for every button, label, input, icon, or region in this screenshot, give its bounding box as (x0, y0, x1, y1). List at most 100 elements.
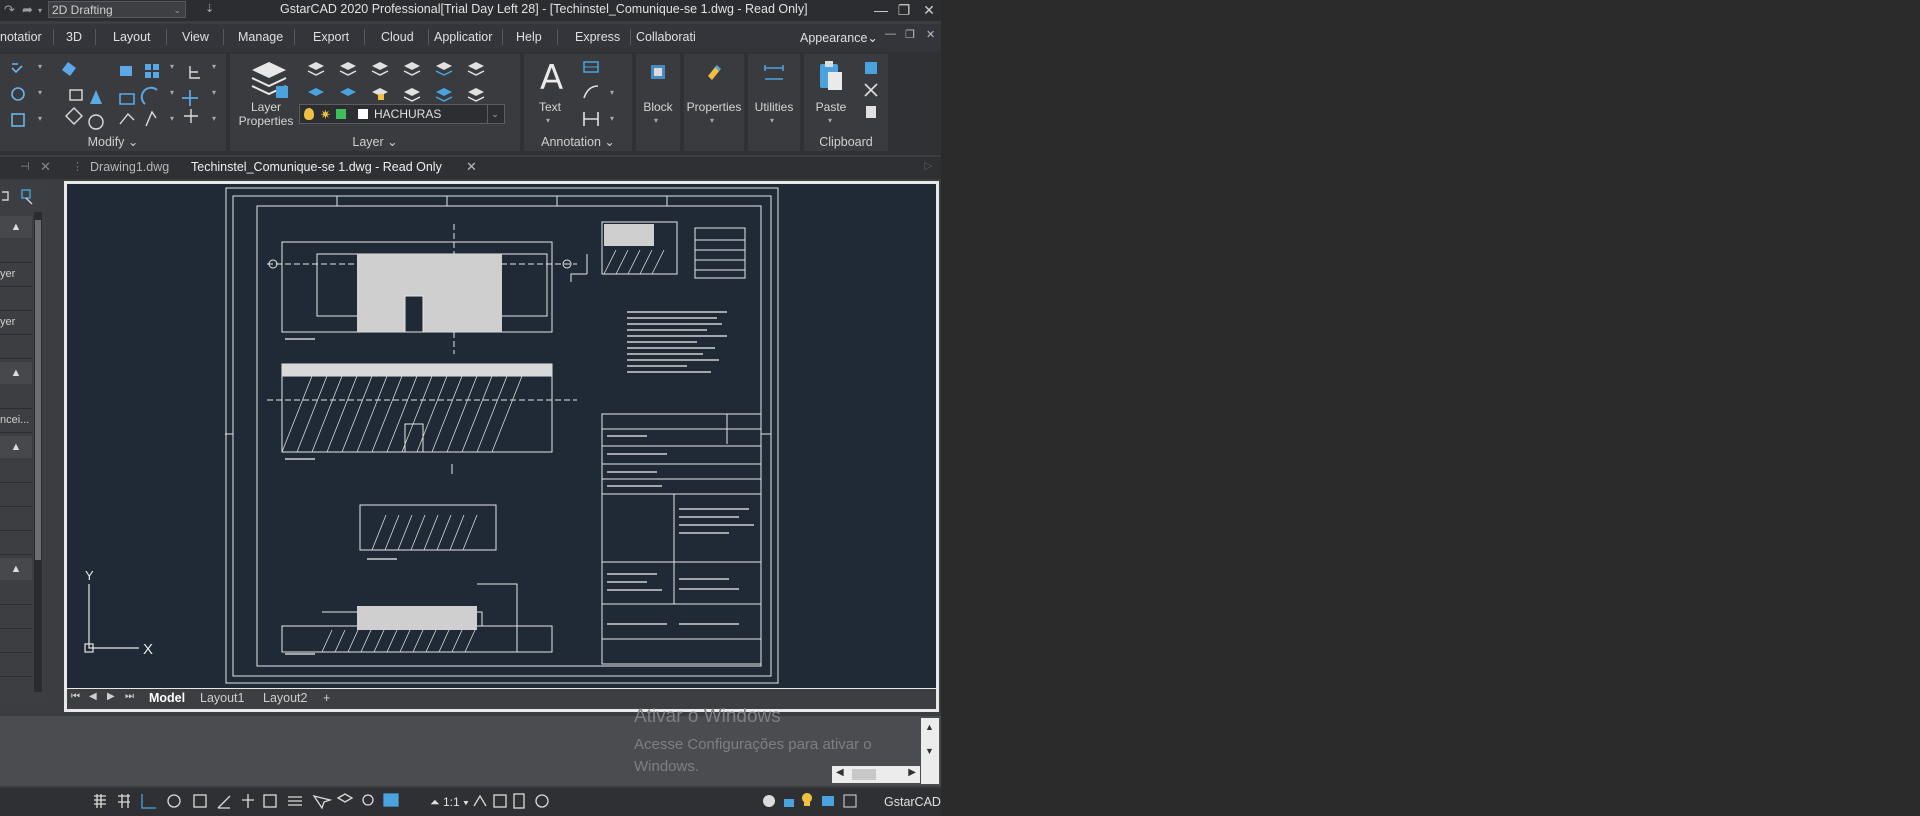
close-tab-icon[interactable]: ✕ (466, 159, 477, 175)
palette-section-toggle[interactable]: ▲ (0, 362, 32, 384)
command-scrollbar[interactable]: ▲ ▼ (921, 718, 939, 784)
annotation-scale[interactable]: ⏶ 1:1 ▾ (430, 795, 469, 810)
layer-tools-icons[interactable] (304, 58, 514, 102)
layout-tab-bar: ⏮ ◀ ▶ ⏭ Model Layout1 Layout2 + (67, 689, 936, 709)
doc-tab-drawing1[interactable]: Drawing1.dwg (90, 160, 169, 174)
chevron-down-icon[interactable]: ▾ (828, 116, 832, 125)
chevron-down-icon[interactable]: ▾ (170, 62, 174, 71)
palette-scroll-thumb[interactable] (35, 220, 41, 560)
chevron-down-icon[interactable]: ▾ (38, 114, 42, 123)
palette-row[interactable] (0, 287, 32, 311)
palette-row[interactable]: yer (0, 311, 32, 335)
tab-manage[interactable]: Manage (238, 30, 283, 44)
doc-tab-active[interactable]: Techinstel_Comunique-se 1.dwg - Read Onl… (191, 160, 442, 174)
redo-arrow-icon[interactable]: ➦ (22, 2, 33, 18)
close-palette-icon[interactable]: ✕ (40, 159, 51, 175)
quick-access-more-icon[interactable]: ⇣ (205, 2, 214, 15)
chevron-down-icon[interactable]: ▾ (610, 114, 614, 123)
palette-row[interactable]: yer (0, 263, 32, 287)
ribbon-close-icon[interactable]: ✕ (926, 28, 935, 41)
palette-row[interactable]: ncei... (0, 409, 32, 433)
annotation-panel-label[interactable]: Annotation ⌄ (524, 134, 632, 149)
next-tab-icon[interactable]: ▶ (107, 691, 115, 702)
tab-applications[interactable]: Applicatior (434, 30, 492, 44)
drawing-canvas[interactable]: Y X (67, 184, 936, 688)
palette-row[interactable] (0, 531, 32, 555)
add-layout-button[interactable]: + (323, 691, 330, 705)
last-tab-icon[interactable]: ⏭ (125, 691, 134, 702)
tab-layout2[interactable]: Layout2 (263, 691, 307, 705)
properties-icon[interactable] (704, 62, 724, 82)
palette-section-toggle[interactable]: ▲ (0, 436, 32, 458)
palette-row[interactable] (0, 507, 32, 531)
tab-express[interactable]: Express (575, 30, 620, 44)
close-icon[interactable]: ✕ (918, 0, 940, 21)
clipboard-tools-icons[interactable] (862, 60, 882, 124)
workspace-value: 2D Drafting (52, 3, 113, 17)
undo-arrow-icon[interactable]: ↷ (4, 2, 15, 18)
palette-row[interactable] (0, 385, 32, 409)
tab-cloud[interactable]: Cloud (381, 30, 414, 44)
tab-view[interactable]: View (182, 30, 209, 44)
scroll-up-icon[interactable]: ▲ (925, 722, 934, 732)
palette-toolbar-icons[interactable] (0, 186, 40, 206)
palette-section-toggle[interactable]: ▲ (0, 558, 32, 580)
tab-collaboration[interactable]: Collaborati (636, 30, 696, 44)
palette-row[interactable] (0, 459, 32, 483)
layer-combo[interactable]: ✷ HACHURAS ⌄ (299, 104, 505, 124)
palette-row[interactable] (0, 581, 32, 605)
tab-model[interactable]: Model (149, 691, 185, 705)
layer-panel-label[interactable]: Layer ⌄ (230, 134, 520, 149)
chevron-down-icon[interactable]: ▾ (170, 88, 174, 97)
modify-tools-icons[interactable] (0, 54, 226, 134)
activation-watermark-text: Acesse Configurações para ativar o Windo… (634, 734, 914, 778)
chevron-down-icon[interactable]: ▾ (212, 88, 216, 97)
chevron-down-icon[interactable]: ▾ (38, 62, 42, 71)
chevron-down-icon[interactable]: ▾ (170, 114, 174, 123)
chevron-down-icon[interactable]: ▾ (770, 116, 774, 125)
ribbon-restore-icon[interactable]: ❐ (905, 28, 915, 41)
block-icon[interactable] (648, 62, 668, 82)
palette-row[interactable] (0, 239, 32, 263)
chevron-down-icon[interactable]: ▾ (710, 116, 714, 125)
chevron-down-icon[interactable]: ▾ (38, 88, 42, 97)
modify-panel-label[interactable]: Modify ⌄ (0, 134, 226, 149)
chevron-down-icon: ⌄ (173, 5, 181, 15)
palette-row[interactable] (0, 653, 32, 677)
palette-row[interactable] (0, 629, 32, 653)
status-tools-icons[interactable] (472, 792, 572, 812)
status-right-icons[interactable] (760, 792, 870, 812)
tab-3d[interactable]: 3D (66, 30, 82, 44)
palette-row[interactable] (0, 483, 32, 507)
chevron-down-icon[interactable]: ▾ (610, 88, 614, 97)
restore-icon[interactable]: ❐ (893, 0, 915, 21)
palette-row[interactable] (0, 335, 32, 359)
appearance-menu[interactable]: Appearance⌄ (800, 30, 878, 45)
scroll-down-icon[interactable]: ▼ (925, 746, 934, 756)
chevron-down-icon[interactable]: ▾ (654, 116, 658, 125)
tab-layout[interactable]: Layout (113, 30, 151, 44)
text-tool-icon[interactable]: A (540, 58, 563, 98)
workspace-select[interactable]: 2D Drafting ⌄ (48, 1, 186, 18)
chevron-down-icon[interactable]: ▾ (546, 116, 550, 125)
palette-row[interactable] (0, 605, 32, 629)
tab-annotation[interactable]: notatior (0, 30, 42, 44)
tab-layout1[interactable]: Layout1 (200, 691, 244, 705)
color-swatch (358, 109, 368, 119)
tab-scroll-icon[interactable]: ▷ (924, 159, 932, 172)
prev-tab-icon[interactable]: ◀ (89, 691, 97, 702)
minimize-icon[interactable]: — (870, 0, 892, 21)
redo-dropdown-icon[interactable]: ▾ (38, 6, 42, 15)
chevron-down-icon[interactable]: ⌄ (487, 105, 502, 123)
chevron-down-icon[interactable]: ▾ (212, 114, 216, 123)
tab-export[interactable]: Export (313, 30, 349, 44)
pin-icon[interactable]: ⊣ (20, 160, 30, 173)
first-tab-icon[interactable]: ⏮ (71, 691, 80, 702)
chevron-down-icon[interactable]: ▾ (212, 62, 216, 71)
palette-section-toggle[interactable]: ▲ (0, 216, 32, 238)
ribbon-minimize-icon[interactable]: — (885, 28, 896, 40)
layer-properties-icon[interactable] (244, 60, 294, 102)
paste-icon[interactable] (816, 60, 846, 94)
tab-help[interactable]: Help (516, 30, 542, 44)
measure-icon[interactable] (762, 62, 786, 82)
